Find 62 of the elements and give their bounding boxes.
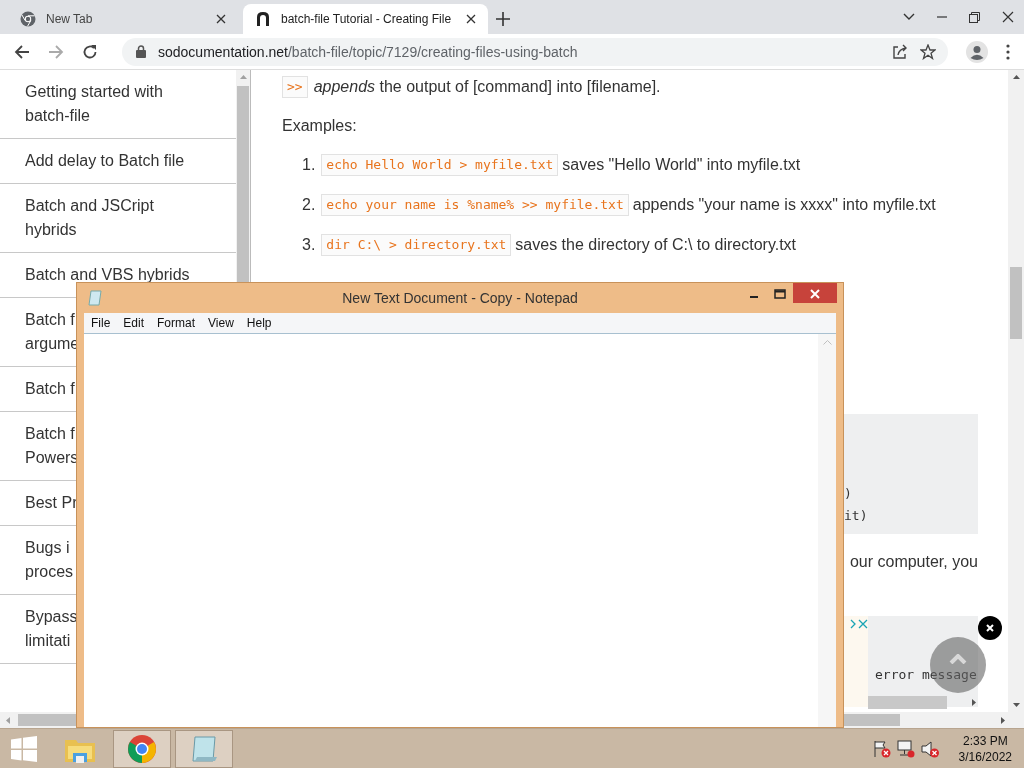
tab-title: New Tab [46,12,94,26]
clock-time[interactable]: 2:33 PM [958,732,1012,749]
address-bar[interactable]: sodocumentation.net/batch-file/topic/7129/creating-files-using-batch [122,37,948,66]
chevron-up-icon [949,654,967,664]
chrome-logo-icon [20,11,36,27]
chevron-down-icon[interactable] [903,13,915,21]
list-number: 1. [302,155,316,175]
code-line: it) [844,507,869,525]
inline-code: echo your name is %name% >> myfile.txt [321,194,629,216]
network-icon[interactable] [896,739,915,758]
reload-icon[interactable] [82,43,98,60]
lock-icon [136,45,146,58]
notepad-icon [88,290,102,306]
list-number: 2. [302,195,316,215]
scroll-right-icon[interactable] [1001,716,1005,724]
scroll-up-icon[interactable] [1012,75,1020,79]
chrome-logo-icon [127,733,157,764]
scroll-thumb[interactable] [1010,267,1022,339]
intro-text: appends the output of [command] into [filename]. [313,77,661,97]
close-icon[interactable] [216,14,226,24]
scroll-right-icon[interactable] [972,699,976,706]
inline-code: echo Hello World > myfile.txt [321,154,559,176]
close-icon[interactable] [466,14,476,24]
menu-icon[interactable] [1006,43,1010,60]
notepad-icon [189,734,219,763]
menu-item[interactable]: View [208,316,234,330]
profile-icon[interactable] [966,40,988,63]
example-text: appends "your name is xxxx" into myfile.txt [632,195,936,215]
menu-item[interactable]: Edit [123,316,145,330]
close-icon[interactable] [1002,11,1014,23]
example-text: saves the directory of C:\ to directory.txt [515,235,797,255]
browser-tab[interactable]: New Tab [8,4,238,34]
speaker-icon[interactable] [920,739,939,758]
arch-icon [255,11,271,27]
menu-item[interactable]: File [91,316,111,330]
star-icon[interactable] [920,43,936,60]
share-icon[interactable] [892,43,908,60]
window-title: New Text Document - Copy - Notepad [341,290,579,306]
restore-icon[interactable] [969,11,980,23]
menu-item[interactable]: Help [246,316,272,330]
code-line: ) [844,485,853,503]
example-text: saves "Hello World" into myfile.txt [562,155,801,175]
scroll-down-icon[interactable] [1012,703,1020,707]
url-text: sodocumentation.net/batch-file/topic/7129/creating-files-using-batch [158,43,578,60]
taskbar-button[interactable] [113,729,171,768]
tab-title: batch-file Tutorial - Creating File [281,12,453,26]
menu-item[interactable]: Format [157,316,196,330]
paragraph-text: our computer, you [848,552,978,572]
flag-icon[interactable] [872,739,891,758]
inline-code: dir C:\ > directory.txt [321,234,512,256]
close-icon [810,289,820,299]
list-number: 3. [302,235,316,255]
close-button[interactable] [793,283,837,303]
examples-label: Examples: [282,116,358,136]
clock-date[interactable]: 3/16/2022 [958,748,1012,765]
back-icon[interactable] [14,43,30,60]
close-icon[interactable] [978,616,1002,640]
browser-tab[interactable]: batch-file Tutorial - Creating File [243,4,488,34]
inline-code: >> [282,76,308,98]
new-tab-icon[interactable] [496,12,510,26]
adchoices-icon[interactable] [850,619,868,629]
scroll-thumb[interactable] [868,696,947,709]
